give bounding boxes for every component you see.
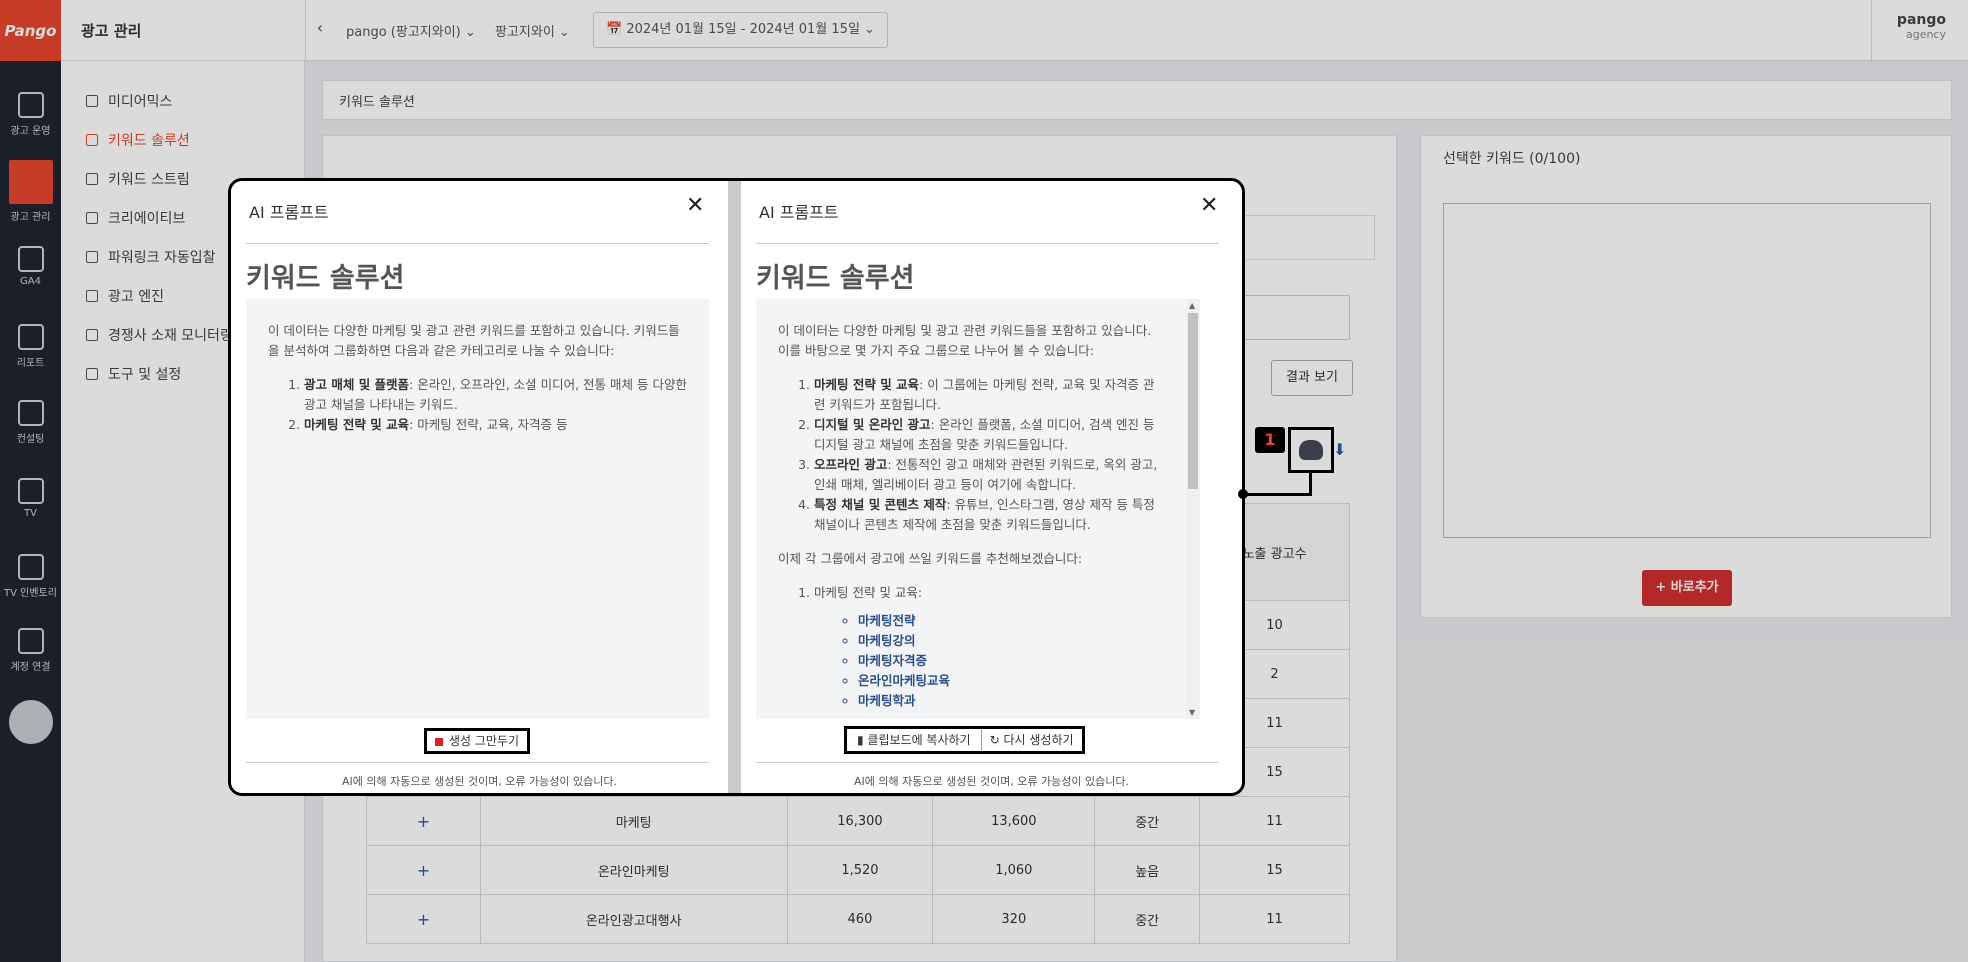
list-item: 광고 매체 및 플랫폼: 온라인, 오프라인, 소셜 미디어, 전통 매체 등 …: [304, 375, 687, 415]
list-item: 마케팅 전략 및 교육: 마케팅 전략, 교육, 자격증 등: [304, 415, 687, 435]
list-item: 마케팅 전략 및 교육: 이 그룹에는 마케팅 전략, 교육 및 자격증 관련 …: [814, 375, 1164, 415]
list-item: 디지털 및 온라인 광고: 온라인 플랫폼, 소셜 미디어, 검색 엔진 등 디…: [814, 415, 1164, 455]
ai-prompt-modal-right: AI 프롬프트 ✕ 키워드 솔루션 이 데이터는 다양한 마케팅 및 광고 관련…: [741, 181, 1242, 793]
scroll-down-icon[interactable]: ▼: [1189, 708, 1195, 717]
ai-response-text: 이 데이터는 다양한 마케팅 및 광고 관련 키워드를 포함하고 있습니다. 키…: [246, 299, 709, 719]
modal-heading: 키워드 솔루션: [246, 263, 405, 294]
action-button-group: ▮ 클립보드에 복사하기 ↻ 다시 생성하기: [844, 726, 1085, 754]
ai-prompt-modal-left: AI 프롬프트 ✕ 키워드 솔루션 이 데이터는 다양한 마케팅 및 광고 관련…: [231, 181, 728, 793]
recommended-keyword[interactable]: 마케팅강의: [858, 631, 1164, 651]
list-item: 마케팅 전략 및 교육: 마케팅전략 마케팅강의 마케팅자격증 온라인마케팅교육…: [814, 583, 1164, 711]
stop-generation-button[interactable]: 생성 그만두기: [424, 728, 530, 754]
close-icon[interactable]: ✕: [686, 193, 704, 218]
scroll-up-icon[interactable]: ▲: [1189, 301, 1195, 310]
ai-prompt-comparison: AI 프롬프트 ✕ 키워드 솔루션 이 데이터는 다양한 마케팅 및 광고 관련…: [228, 178, 1245, 796]
callout-anchor-dot: [1238, 489, 1248, 499]
callout-highlight-box: [1288, 427, 1334, 473]
callout-number-badge: 1: [1255, 427, 1285, 453]
divider: [756, 243, 1219, 244]
recommended-keyword[interactable]: 마케팅전략: [858, 611, 1164, 631]
scrollbar[interactable]: ▲ ▼: [1186, 299, 1200, 719]
divider: [246, 762, 709, 763]
scroll-thumb[interactable]: [1188, 313, 1198, 489]
modal-title: AI 프롬프트: [249, 203, 329, 222]
refresh-icon: ↻: [989, 733, 1004, 747]
recommended-keyword[interactable]: 온라인마케팅교육: [858, 671, 1164, 691]
stop-icon: [434, 737, 443, 746]
callout-connector: [1244, 493, 1312, 496]
modal-heading: 키워드 솔루션: [756, 263, 915, 294]
modal-title: AI 프롬프트: [759, 203, 839, 222]
ai-disclaimer: AI에 의해 자동으로 생성된 것이며, 오류 가능성이 있습니다.: [854, 775, 1129, 788]
copy-to-clipboard-button[interactable]: ▮ 클립보드에 복사하기: [847, 729, 982, 751]
regenerate-button[interactable]: ↻ 다시 생성하기: [982, 729, 1082, 751]
clipboard-icon: ▮: [857, 733, 868, 747]
divider: [246, 243, 709, 244]
divider: [756, 762, 1219, 763]
ai-disclaimer: AI에 의해 자동으로 생성된 것이며, 오류 가능성이 있습니다.: [342, 775, 617, 788]
close-icon[interactable]: ✕: [1200, 193, 1218, 218]
recommended-keyword[interactable]: 마케팅학과: [858, 691, 1164, 711]
recommended-keyword[interactable]: 마케팅자격증: [858, 651, 1164, 671]
list-item: 오프라인 광고: 전통적인 광고 매체와 관련된 키워드로, 옥외 광고, 인쇄…: [814, 455, 1164, 495]
list-item: 특정 채널 및 콘텐츠 제작: 유튜브, 인스타그램, 영상 제작 등 특정 채…: [814, 495, 1164, 535]
ai-response-text: 이 데이터는 다양한 마케팅 및 광고 관련 키워드들을 포함하고 있습니다. …: [756, 299, 1186, 719]
